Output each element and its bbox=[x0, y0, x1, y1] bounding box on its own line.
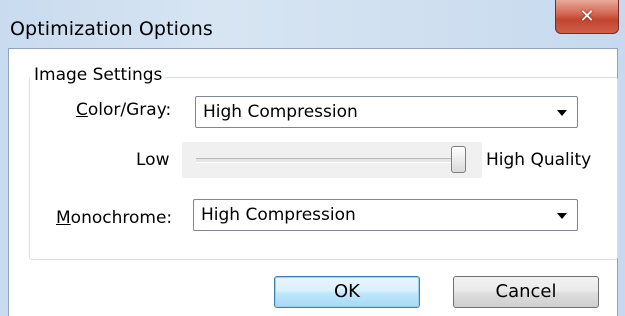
image-settings-group-label: Image Settings bbox=[30, 65, 166, 85]
monochrome-select[interactable]: High Compression bbox=[193, 199, 578, 231]
monochrome-label: Monochrome: bbox=[56, 208, 172, 228]
monochrome-mnemonic: M bbox=[56, 208, 71, 228]
ok-button[interactable]: OK bbox=[274, 276, 420, 308]
color-gray-mnemonic: C bbox=[76, 100, 88, 120]
color-gray-selected-value: High Compression bbox=[203, 102, 358, 122]
optimization-options-dialog: Optimization Options ✕ Image Settings Co… bbox=[0, 0, 625, 316]
color-gray-label-rest: olor/Gray: bbox=[87, 100, 172, 120]
slider-high-label: High Quality bbox=[486, 150, 592, 170]
color-gray-label: Color/Gray: bbox=[76, 100, 171, 120]
slider-track bbox=[196, 158, 466, 163]
monochrome-selected-value: High Compression bbox=[201, 205, 356, 225]
slider-low-label: Low bbox=[136, 150, 170, 170]
monochrome-label-rest: onochrome: bbox=[70, 208, 173, 228]
close-icon: ✕ bbox=[579, 6, 595, 27]
window-title: Optimization Options bbox=[10, 18, 213, 40]
close-button[interactable]: ✕ bbox=[555, 0, 619, 34]
title-bar[interactable]: Optimization Options ✕ bbox=[0, 0, 625, 50]
chevron-down-icon bbox=[557, 110, 567, 116]
cancel-button[interactable]: Cancel bbox=[453, 276, 599, 308]
color-gray-select[interactable]: High Compression bbox=[195, 96, 578, 128]
chevron-down-icon bbox=[557, 213, 567, 219]
quality-slider[interactable] bbox=[182, 142, 482, 178]
slider-thumb[interactable] bbox=[451, 146, 466, 173]
